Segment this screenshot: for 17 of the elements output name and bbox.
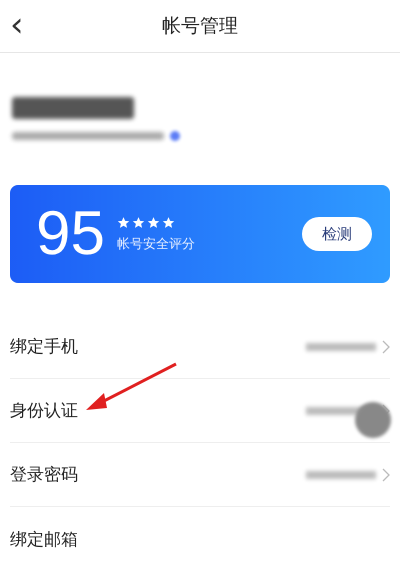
page-title: 帐号管理 — [162, 14, 238, 39]
back-button[interactable]: ‹ — [6, 8, 28, 42]
settings-item[interactable]: 绑定手机 — [10, 335, 306, 358]
star-icon — [146, 216, 160, 228]
score-label: 帐号安全评分 — [116, 236, 196, 252]
star-icon — [162, 216, 175, 228]
blurred-value — [306, 470, 376, 478]
security-score: 95 — [36, 203, 105, 265]
blurred-badge-icon — [170, 131, 180, 141]
settings-item[interactable]: 身份认证 — [10, 399, 306, 422]
check-button[interactable]: 检测 — [302, 217, 372, 251]
settings-item[interactable]: 登录密码 — [10, 463, 306, 486]
star-icon — [132, 216, 145, 228]
star-icon — [116, 216, 130, 228]
settings-item[interactable]: 绑定邮箱 — [10, 528, 390, 550]
blurred-value — [306, 342, 376, 350]
floating-button[interactable] — [355, 402, 391, 438]
